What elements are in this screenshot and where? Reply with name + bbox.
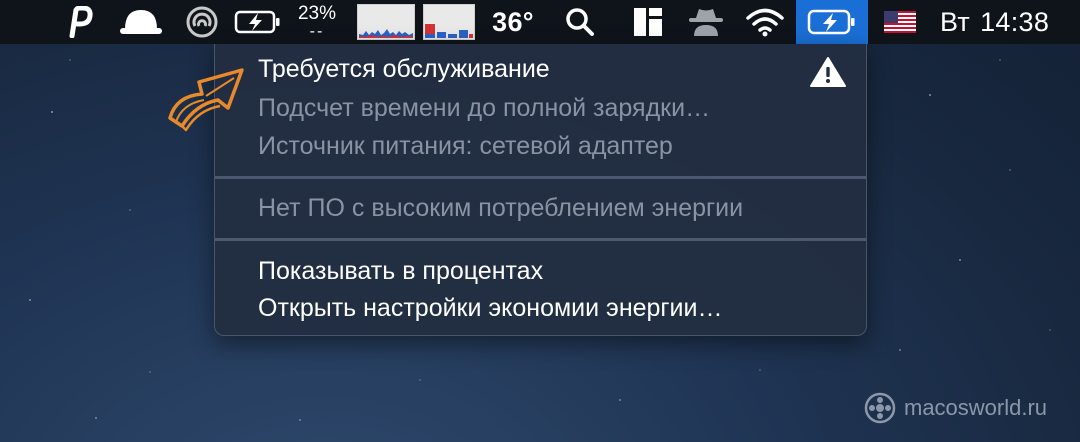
menu-bar: 23% -- 36° Вт 14:38 (0, 0, 1080, 44)
p-app-icon[interactable] (62, 0, 98, 44)
macosworld-logo-icon (864, 392, 896, 424)
menu-item-open-energy-prefs[interactable]: Открыть настройки экономии энергии… (258, 292, 722, 324)
menu-separator (215, 176, 866, 179)
airdrop-icon[interactable] (184, 0, 220, 44)
layout-manager-icon[interactable] (630, 0, 666, 44)
cpu-usage-indicator[interactable]: 23% -- (292, 0, 342, 44)
clock-day: Вт (940, 6, 971, 37)
menu-separator (215, 238, 866, 241)
cpu-sub: -- (309, 23, 325, 40)
wifi-icon[interactable] (742, 0, 788, 44)
cpu-percent: 23% (297, 3, 337, 24)
warning-triangle-icon (810, 57, 846, 87)
us-flag-icon[interactable] (880, 0, 920, 44)
memory-graph[interactable] (422, 0, 476, 44)
menu-item-power-source: Источник питания: сетевой адаптер (258, 132, 673, 160)
menu-item-charge-time: Подсчет времени до полной зарядки… (258, 94, 711, 122)
battery-charging-icon[interactable] (232, 0, 284, 44)
menu-item-show-percentage[interactable]: Показывать в процентах (258, 255, 543, 287)
helmet-icon[interactable] (116, 0, 166, 44)
cpu-graph[interactable] (356, 0, 416, 44)
spotlight-search-icon[interactable] (560, 0, 600, 44)
clock-time: 14:38 (980, 6, 1050, 37)
watermark-text: macosworld.ru (904, 395, 1048, 420)
menu-item-service-required[interactable]: Требуется обслуживание (258, 53, 550, 85)
spy-incognito-icon[interactable] (682, 0, 730, 44)
menu-item-energy-apps: Нет ПО с высоким потреблением энергии (258, 194, 744, 222)
temperature-readout[interactable]: 36° (484, 0, 542, 44)
pointer-arrow-icon (168, 68, 244, 132)
menubar-clock[interactable]: Вт 14:38 (940, 0, 1068, 44)
watermark: macosworld.ru (864, 392, 1047, 424)
battery-status-menu: Требуется обслуживание Подсчет времени д… (214, 44, 867, 336)
battery-menu-active-icon[interactable] (796, 0, 868, 44)
